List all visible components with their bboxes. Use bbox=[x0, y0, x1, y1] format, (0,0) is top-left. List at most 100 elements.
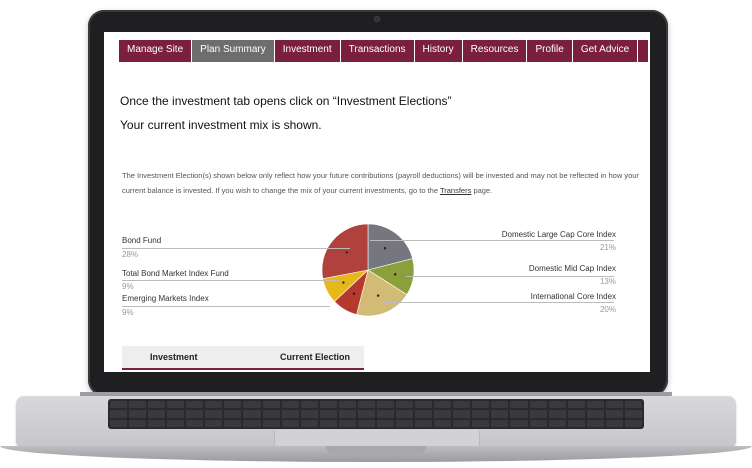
keyboard-key bbox=[434, 401, 452, 409]
nav-investment[interactable]: Investment bbox=[274, 40, 341, 62]
keyboard-key bbox=[586, 419, 604, 427]
keyboard-key bbox=[300, 410, 318, 418]
keyboard-key bbox=[110, 410, 128, 418]
keyboard-key bbox=[186, 401, 204, 409]
legend-total-bond: Total Bond Market Index Fund bbox=[122, 269, 229, 278]
pie-marker-4 bbox=[342, 281, 345, 284]
keyboard-key bbox=[338, 410, 356, 418]
legend-large-cap-pct: 21% bbox=[599, 243, 616, 252]
keyboard-key bbox=[338, 419, 356, 427]
keyboard-key bbox=[281, 410, 299, 418]
notice-text-end: page. bbox=[471, 186, 493, 195]
keyboard-key bbox=[434, 419, 452, 427]
keyboard-key bbox=[434, 410, 452, 418]
nav-profile[interactable]: Profile bbox=[527, 40, 573, 62]
col-investment: Investment bbox=[150, 352, 198, 362]
nav-resources[interactable]: Resources bbox=[462, 40, 528, 62]
pie-marker-0 bbox=[383, 246, 387, 250]
leader-bond-fund bbox=[122, 248, 350, 249]
keyboard-key bbox=[376, 410, 395, 418]
keyboard-key bbox=[319, 401, 337, 409]
keyboard-key bbox=[129, 419, 147, 427]
leader-large-cap bbox=[370, 240, 614, 241]
keyboard-key bbox=[205, 419, 223, 427]
pie-marker-3 bbox=[352, 292, 356, 295]
keyboard-key bbox=[243, 419, 261, 427]
camera-icon bbox=[374, 16, 380, 22]
keyboard-key bbox=[167, 410, 185, 418]
keyboard-key bbox=[148, 419, 166, 427]
leader-total-bond bbox=[122, 280, 340, 281]
screen: Manage Site Plan Summary Investment Tran… bbox=[104, 32, 650, 372]
laptop-notch bbox=[326, 446, 426, 454]
keyboard-key bbox=[491, 419, 509, 427]
keyboard-key bbox=[624, 419, 642, 427]
keyboard-key bbox=[453, 401, 471, 409]
keyboard-key bbox=[376, 419, 395, 427]
nav-end-cap bbox=[638, 40, 649, 62]
keyboard-key bbox=[586, 410, 604, 418]
keyboard-key bbox=[148, 401, 166, 409]
keyboard-key bbox=[548, 419, 566, 427]
keyboard-key bbox=[529, 401, 547, 409]
col-current-election: Current Election bbox=[280, 352, 351, 362]
keyboard-key bbox=[243, 410, 261, 418]
keyboard-key bbox=[529, 410, 547, 418]
legend-emerging-pct: 9% bbox=[122, 308, 134, 317]
keyboard-key bbox=[510, 419, 528, 427]
nav-plan-summary[interactable]: Plan Summary bbox=[192, 40, 275, 62]
keyboard-key bbox=[224, 410, 242, 418]
keyboard-key bbox=[205, 401, 223, 409]
keyboard-key bbox=[396, 419, 414, 427]
allocation-pie-chart bbox=[321, 223, 415, 317]
legend-large-cap: Domestic Large Cap Core Index bbox=[501, 230, 616, 239]
legend-mid-cap-pct: 13% bbox=[599, 277, 616, 286]
legend-total-bond-pct: 9% bbox=[122, 282, 134, 291]
leader-international bbox=[384, 302, 614, 303]
nav-transactions[interactable]: Transactions bbox=[340, 40, 415, 62]
keyboard-key bbox=[262, 419, 280, 427]
pie-marker-5 bbox=[345, 251, 348, 254]
keyboard-key bbox=[300, 419, 318, 427]
keyboard-key bbox=[567, 419, 585, 427]
legend-bond-fund-pct: 28% bbox=[122, 250, 139, 259]
instruction-line-2: Your current investment mix is shown. bbox=[120, 118, 322, 132]
keyboard-key bbox=[376, 401, 395, 409]
nav-manage-site[interactable]: Manage Site bbox=[119, 40, 193, 62]
keyboard-key bbox=[186, 419, 204, 427]
keyboard-key bbox=[605, 410, 623, 418]
keyboard-key bbox=[491, 401, 509, 409]
keyboard-key bbox=[167, 401, 185, 409]
keyboard-key bbox=[167, 419, 185, 427]
leader-emerging bbox=[122, 306, 330, 307]
keyboard-key bbox=[396, 410, 414, 418]
keyboard-key bbox=[472, 401, 490, 409]
instruction-line-1: Once the investment tab opens click on “… bbox=[120, 94, 452, 108]
notice-text-start: The Investment Election(s) shown below o… bbox=[122, 171, 639, 195]
keyboard-key bbox=[357, 401, 375, 409]
keyboard bbox=[108, 399, 644, 429]
keyboard-key bbox=[548, 401, 566, 409]
legend-emerging: Emerging Markets Index bbox=[122, 294, 209, 303]
keyboard-key bbox=[586, 401, 604, 409]
keyboard-key bbox=[472, 419, 490, 427]
keyboard-key bbox=[262, 410, 280, 418]
keyboard-key bbox=[510, 410, 528, 418]
nav-history[interactable]: History bbox=[414, 40, 463, 62]
main-nav: Manage Site Plan Summary Investment Tran… bbox=[119, 40, 649, 62]
keyboard-key bbox=[110, 401, 128, 409]
keyboard-key bbox=[205, 410, 223, 418]
keyboard-key bbox=[262, 401, 280, 409]
keyboard-key bbox=[548, 410, 566, 418]
nav-get-advice[interactable]: Get Advice bbox=[572, 40, 639, 62]
pie-slice-bond-fund bbox=[321, 223, 369, 279]
keyboard-key bbox=[224, 419, 242, 427]
keyboard-key bbox=[510, 401, 528, 409]
keyboard-key bbox=[605, 419, 623, 427]
leader-mid-cap bbox=[406, 276, 614, 277]
keyboard-key bbox=[624, 401, 642, 409]
keyboard-key bbox=[186, 410, 204, 418]
transfers-link[interactable]: Transfers bbox=[440, 186, 471, 195]
legend-bond-fund: Bond Fund bbox=[122, 236, 162, 245]
keyboard-key bbox=[396, 401, 414, 409]
